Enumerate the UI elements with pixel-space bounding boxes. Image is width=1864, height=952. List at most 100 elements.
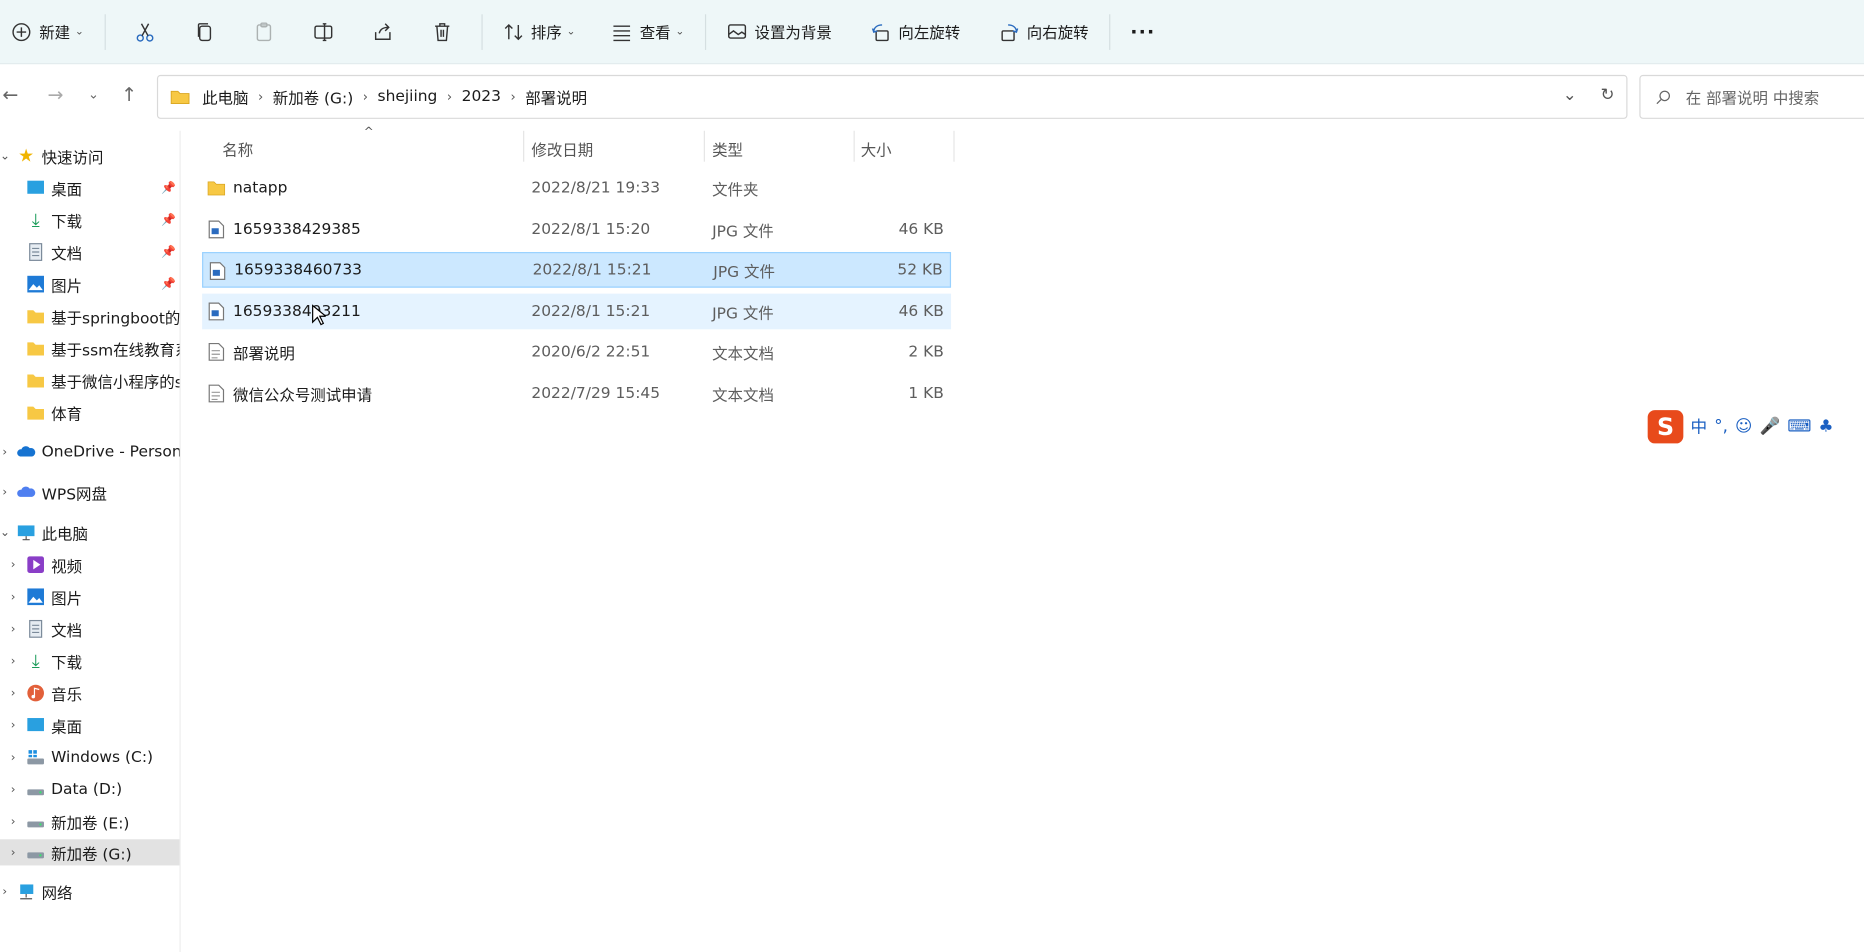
- nav-onedrive[interactable]: › OneDrive - Persona: [0, 439, 179, 465]
- file-row[interactable]: natapp 2022/8/21 19:33 文件夹: [202, 170, 951, 206]
- nav-wps[interactable]: › WPS网盘: [0, 479, 180, 505]
- expand-chevron-icon[interactable]: ›: [8, 687, 18, 700]
- more-options-button[interactable]: ···: [1120, 10, 1167, 53]
- column-divider[interactable]: [523, 130, 525, 162]
- delete-button[interactable]: [412, 10, 471, 53]
- nav-item-downloads[interactable]: › ⤓ 下载: [0, 648, 180, 674]
- sort-button[interactable]: 排序 ⌄: [492, 10, 587, 53]
- rename-button[interactable]: [293, 10, 352, 53]
- nav-item-drive-c[interactable]: › Windows (C:): [0, 744, 180, 770]
- search-box[interactable]: 在 部署说明 中搜索: [1639, 74, 1864, 119]
- copy-button[interactable]: [174, 10, 233, 53]
- nav-item-drive-g[interactable]: › 新加卷 (G:): [0, 839, 180, 866]
- folder-icon: [170, 90, 190, 105]
- expand-chevron-icon[interactable]: ›: [8, 751, 18, 764]
- folder-icon: [26, 307, 45, 326]
- breadcrumb-item-current[interactable]: 部署说明: [525, 86, 587, 108]
- back-button[interactable]: ←: [2, 83, 18, 106]
- expand-chevron-icon[interactable]: ›: [8, 846, 18, 859]
- share-button[interactable]: [353, 10, 412, 53]
- microphone-icon[interactable]: 🎤: [1759, 417, 1780, 436]
- picture-icon: [26, 587, 45, 606]
- nav-item-pictures[interactable]: 图片 📌: [0, 271, 180, 297]
- expand-chevron-icon[interactable]: ⌄: [0, 526, 10, 539]
- download-icon: ⤓: [31, 650, 40, 672]
- emoji-icon[interactable]: ☺: [1735, 417, 1752, 436]
- nav-item-videos[interactable]: › 视频: [0, 552, 180, 578]
- document-icon: [26, 243, 45, 262]
- expand-chevron-icon[interactable]: ›: [0, 885, 10, 898]
- breadcrumb-item-this-pc[interactable]: 此电脑: [202, 86, 248, 108]
- column-date[interactable]: 修改日期: [531, 138, 593, 161]
- expand-chevron-icon[interactable]: ›: [8, 815, 18, 828]
- ime-mode-toggle[interactable]: 中: [1690, 415, 1707, 439]
- forward-button[interactable]: →: [48, 83, 64, 106]
- expand-chevron-icon[interactable]: ›: [0, 445, 10, 458]
- keyboard-icon[interactable]: ⌨: [1787, 417, 1811, 436]
- address-bar[interactable]: 此电脑 › 新加卷 (G:) › shejiing › 2023 › 部署说明 ⌄ ↻: [156, 74, 1628, 119]
- paste-button[interactable]: [234, 10, 293, 53]
- expand-chevron-icon[interactable]: ›: [8, 654, 18, 667]
- expand-chevron-icon[interactable]: ›: [8, 622, 18, 635]
- nav-item-desktop[interactable]: › 桌面: [0, 712, 180, 738]
- image-file-icon: [208, 302, 225, 321]
- nav-label: 快速访问: [41, 149, 104, 168]
- nav-item-pictures[interactable]: › 图片: [0, 584, 180, 610]
- view-button[interactable]: 查看 ⌄: [600, 10, 695, 53]
- file-date: 2022/8/1 15:20: [531, 220, 651, 239]
- column-divider[interactable]: [853, 130, 855, 162]
- sogou-logo-icon[interactable]: S: [1647, 410, 1684, 444]
- nav-item-documents[interactable]: 文档 📌: [0, 239, 180, 265]
- nav-network[interactable]: › 网络: [0, 879, 180, 905]
- rotate-right-button[interactable]: 向右旋转: [988, 10, 1100, 53]
- up-button[interactable]: ↑: [121, 83, 137, 106]
- share-icon: [374, 22, 391, 40]
- chevron-right-icon: ›: [510, 89, 516, 105]
- skin-icon[interactable]: ♣: [1819, 417, 1834, 436]
- refresh-button[interactable]: ↻: [1600, 86, 1614, 105]
- address-dropdown-button[interactable]: ⌄: [1563, 86, 1577, 105]
- file-row[interactable]: 微信公众号测试申请 2022/7/29 15:45 文本文档 1 KB: [202, 376, 951, 412]
- command-bar: 新建 ⌄ 排序 ⌄ 查看 ⌄ 设置为背景 向左旋转 向右旋转 ···: [0, 0, 1864, 65]
- nav-this-pc[interactable]: ⌄ 此电脑: [0, 520, 180, 546]
- nav-quick-access[interactable]: ⌄ ★ 快速访问: [0, 143, 180, 169]
- rotate-left-button[interactable]: 向左旋转: [859, 10, 971, 53]
- file-type: JPG 文件: [712, 222, 774, 241]
- column-size[interactable]: 大小: [861, 138, 892, 161]
- breadcrumb-item-shejiing[interactable]: shejiing: [378, 88, 438, 106]
- expand-chevron-icon[interactable]: ›: [8, 783, 18, 796]
- nav-item-drive-e[interactable]: › 新加卷 (E:): [0, 808, 180, 834]
- nav-item-folder[interactable]: 基于ssm在线教育系: [0, 335, 180, 361]
- plus-circle-icon: [12, 22, 31, 41]
- nav-item-folder[interactable]: 基于微信小程序的sp: [0, 367, 180, 393]
- nav-item-desktop[interactable]: 桌面 📌: [0, 175, 180, 201]
- nav-item-documents[interactable]: › 文档: [0, 616, 180, 642]
- expand-chevron-icon[interactable]: ›: [0, 486, 10, 499]
- new-button[interactable]: 新建 ⌄: [0, 10, 95, 53]
- expand-chevron-icon[interactable]: ›: [8, 590, 18, 603]
- file-row[interactable]: 部署说明 2020/6/2 22:51 文本文档 2 KB: [202, 334, 951, 370]
- wallpaper-icon: [727, 23, 746, 39]
- recent-locations-button[interactable]: ⌄: [88, 87, 99, 102]
- column-divider[interactable]: [703, 130, 705, 162]
- expand-chevron-icon[interactable]: ⌄: [0, 149, 10, 162]
- nav-item-downloads[interactable]: ⤓ 下载 📌: [0, 207, 180, 233]
- file-row[interactable]: 1659338460733 2022/8/1 15:21 JPG 文件 52 K…: [202, 252, 952, 288]
- nav-item-drive-d[interactable]: › Data (D:): [0, 776, 180, 802]
- nav-item-music[interactable]: › 音乐: [0, 680, 180, 706]
- expand-chevron-icon[interactable]: ›: [8, 558, 18, 571]
- column-name[interactable]: 名称: [222, 138, 253, 161]
- file-row[interactable]: 1659338429385 2022/8/1 15:20 JPG 文件 46 K…: [202, 212, 951, 248]
- file-type: JPG 文件: [713, 263, 775, 282]
- breadcrumb-item-drive-g[interactable]: 新加卷 (G:): [273, 86, 354, 108]
- network-icon: [17, 882, 36, 901]
- breadcrumb-item-2023[interactable]: 2023: [462, 88, 501, 106]
- expand-chevron-icon[interactable]: ›: [8, 719, 18, 732]
- ime-punctuation-toggle[interactable]: °,: [1714, 417, 1728, 436]
- nav-item-folder[interactable]: 基于springboot的: [0, 303, 180, 329]
- cut-button[interactable]: [115, 10, 174, 53]
- column-divider[interactable]: [953, 130, 955, 162]
- set-background-button[interactable]: 设置为背景: [715, 10, 842, 53]
- nav-item-folder[interactable]: 体育: [0, 399, 180, 425]
- column-type[interactable]: 类型: [712, 138, 743, 161]
